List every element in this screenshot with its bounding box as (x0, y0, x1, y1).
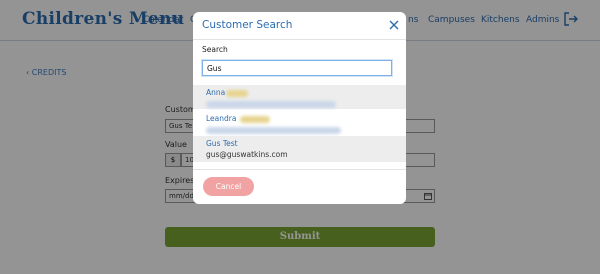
modal-title: Customer Search (202, 19, 293, 31)
redacted-name (240, 116, 270, 123)
modal-header: Customer Search (193, 12, 406, 40)
redacted-name (226, 90, 248, 97)
modal-footer-divider (193, 169, 406, 170)
redacted-email (206, 101, 336, 108)
search-result-row[interactable]: Anna (193, 85, 406, 109)
search-result-row[interactable]: Gus Test gus@guswatkins.com (193, 136, 406, 162)
redacted-email (206, 127, 341, 134)
result-email: gus@guswatkins.com (206, 150, 288, 159)
close-icon[interactable] (389, 20, 399, 30)
cancel-button[interactable]: Cancel (203, 177, 254, 196)
result-name: Leandra (206, 114, 237, 123)
search-result-row[interactable]: Leandra (193, 111, 406, 135)
customer-search-modal: Customer Search Search Gus Anna Leandra … (193, 12, 406, 204)
result-name: Anna (206, 88, 226, 97)
result-name: Gus Test (206, 139, 238, 148)
search-label: Search (202, 45, 228, 54)
search-input[interactable]: Gus (202, 60, 392, 76)
